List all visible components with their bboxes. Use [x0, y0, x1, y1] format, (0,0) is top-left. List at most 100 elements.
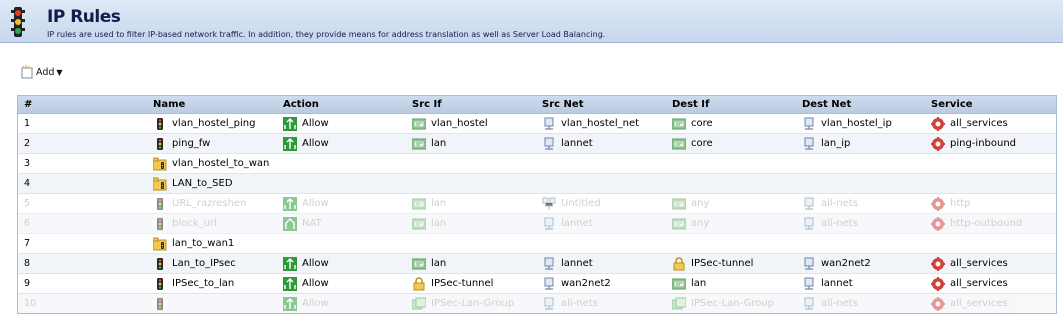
rule-name: lan_to_wan1	[153, 234, 277, 253]
rule-src-if: lan	[412, 214, 536, 233]
rule-src-if-text: lan	[431, 218, 447, 229]
rule-src-if	[412, 174, 536, 193]
interface-icon	[412, 138, 426, 149]
rule-name: vlan_hostel_ping	[153, 114, 277, 133]
network-object-icon	[544, 117, 554, 130]
rule-dest-net-text: all-nets	[821, 198, 858, 209]
rule-src-if-text: IPSec-tunnel	[431, 278, 494, 289]
column-header-dest-if[interactable]: Dest If	[672, 96, 796, 113]
rule-service-text: all_services	[950, 298, 1008, 309]
add-label: Add	[36, 66, 55, 78]
rule-action-text: NAT	[302, 218, 322, 229]
rule-src-net: lannet	[542, 134, 666, 153]
rule-number: 10	[24, 298, 37, 309]
table-row[interactable]: 6 block_url NAT lan lannet any all-nets http-ou…	[18, 214, 1056, 234]
service-icon	[931, 116, 945, 131]
allow-icon	[283, 136, 297, 151]
rule-number: 6	[24, 218, 31, 229]
add-button[interactable]: Add ▼	[20, 64, 63, 80]
rule-service-text: all_services	[950, 118, 1008, 129]
rule-dest-net-text: vlan_hostel_ip	[821, 118, 892, 129]
column-header-service[interactable]: Service	[931, 96, 1055, 113]
rule-src-if-text: IPSec-Lan-Group	[431, 298, 515, 309]
rule-number: 2	[24, 138, 31, 149]
rule-src-if-text: vlan_hostel	[431, 118, 488, 129]
rule-name-text: block_url	[172, 218, 217, 229]
rule-src-if: IPSec-tunnel	[412, 274, 536, 293]
rule-name: LAN_to_SED	[153, 174, 277, 193]
rule-dest-if-text: any	[691, 198, 710, 209]
rule-service: all_services	[931, 274, 1055, 293]
rule-action: Allow	[283, 114, 407, 133]
table-row[interactable]: 2 ping_fw Allow lan lannet core lan_ip ping-inb…	[18, 134, 1056, 154]
rule-dest-if	[672, 234, 796, 253]
table-row[interactable]: 9 IPSec_to_lan Allow IPSec-tunnel wan2net2 la…	[18, 274, 1056, 294]
table-row[interactable]: 5 URL_razreshen Allow lan Untitled any all-net…	[18, 194, 1056, 214]
allow-icon	[283, 196, 297, 211]
rule-src-net-text: vlan_hostel_net	[561, 118, 640, 129]
rule-name: Lan_to_IPsec	[153, 254, 277, 273]
rule-src-if: lan	[412, 194, 536, 213]
traffic-light-icon	[11, 7, 25, 37]
column-header-src-if[interactable]: Src If	[412, 96, 536, 113]
rule-action	[283, 174, 407, 193]
rule-dest-net: all-nets	[802, 194, 926, 213]
rule-action: Allow	[283, 254, 407, 273]
network-object-icon	[544, 297, 554, 310]
rule-action	[283, 154, 407, 173]
network-object-icon	[544, 277, 554, 290]
rule-action: Allow	[283, 294, 407, 313]
network-group-icon	[542, 197, 556, 210]
table-row[interactable]: 10 Allow IPSec-Lan-Group all-nets IPSec-Lan-…	[18, 294, 1056, 313]
rule-action: NAT	[283, 214, 407, 233]
rule-service	[931, 234, 1055, 253]
column-header-action[interactable]: Action	[283, 96, 407, 113]
traffic-light-icon	[157, 217, 163, 230]
rule-dest-if: IPSec-Lan-Group	[672, 294, 796, 313]
allow-icon	[283, 116, 297, 131]
service-icon	[931, 256, 945, 271]
interface-group-icon	[412, 297, 426, 309]
rule-service	[931, 174, 1055, 193]
rule-src-if: vlan_hostel	[412, 114, 536, 133]
column-header-name[interactable]: Name	[153, 96, 277, 113]
rule-name: vlan_hostel_to_wan	[153, 154, 277, 173]
rule-service	[931, 154, 1055, 173]
column-header-src-net[interactable]: Src Net	[542, 96, 666, 113]
table-row[interactable]: 7 lan_to_wan1	[18, 234, 1056, 254]
rule-service: all_services	[931, 254, 1055, 273]
chevron-down-icon[interactable]: ▼	[56, 68, 62, 77]
add-document-icon	[21, 65, 33, 79]
rule-src-net-text: lannet	[561, 258, 593, 269]
rule-number: 4	[24, 178, 31, 189]
interface-icon	[672, 118, 686, 129]
rule-service: http	[931, 194, 1055, 213]
rule-dest-if: any	[672, 214, 796, 233]
traffic-light-icon	[157, 297, 163, 310]
rule-name	[153, 294, 277, 313]
table-row[interactable]: 3 vlan_hostel_to_wan	[18, 154, 1056, 174]
rule-number: 1	[24, 118, 31, 129]
rule-src-if: lan	[412, 254, 536, 273]
rule-dest-if-text: IPSec-Lan-Group	[691, 298, 775, 309]
column-header-dest-net[interactable]: Dest Net	[802, 96, 926, 113]
rule-name: block_url	[153, 214, 277, 233]
column-header-number[interactable]: #	[24, 96, 144, 113]
allow-icon	[283, 256, 297, 271]
service-icon	[931, 216, 945, 231]
table-row[interactable]: 8 Lan_to_IPsec Allow lan lannet IPSec-tunnel w…	[18, 254, 1056, 274]
table-row[interactable]: 1 vlan_hostel_ping Allow vlan_hostel vlan_ho…	[18, 114, 1056, 134]
rule-name-text: IPSec_to_lan	[172, 278, 235, 289]
service-icon	[931, 196, 945, 211]
rule-src-net-text: lannet	[561, 138, 593, 149]
network-object-icon	[804, 137, 814, 150]
rule-dest-if	[672, 174, 796, 193]
traffic-light-icon	[157, 137, 163, 150]
rule-dest-net-text: all-nets	[821, 298, 858, 309]
service-icon	[931, 296, 945, 311]
rule-action-text: Allow	[302, 138, 329, 149]
rule-src-net	[542, 234, 666, 253]
rule-dest-if-text: any	[691, 218, 710, 229]
interface-icon	[412, 218, 426, 229]
table-row[interactable]: 4 LAN_to_SED	[18, 174, 1056, 194]
